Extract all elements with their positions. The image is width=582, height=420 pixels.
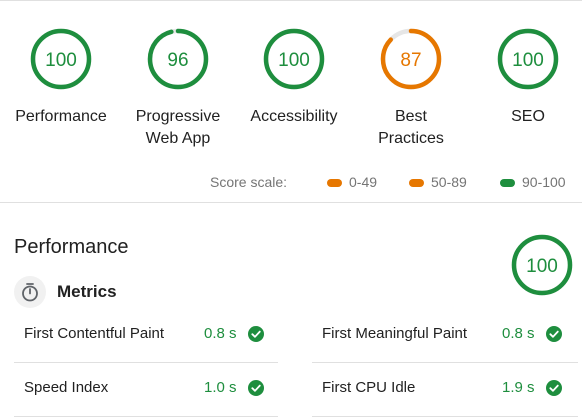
metric-name: First Contentful Paint (24, 325, 165, 342)
gauge-label: Progressive Web App (135, 108, 221, 147)
scale-fail-swatch (327, 179, 342, 187)
gauge-label: SEO (511, 108, 545, 125)
gauge-label: Accessibility (250, 108, 338, 125)
gauge-label: Best Practices (378, 108, 444, 147)
metric-name: First Meaningful Paint (322, 325, 468, 342)
score-scale-label: Score scale: (210, 174, 288, 190)
section-divider (0, 202, 582, 203)
gauge-best-practices[interactable]: 87 Best Practices (350, 26, 472, 150)
stopwatch-icon (14, 276, 46, 308)
scale-average-label: 50-89 (431, 174, 467, 190)
metric-speed-index: Speed Index 1.0 s (14, 362, 278, 416)
row-divider (312, 416, 578, 417)
check-circle-icon (248, 326, 264, 342)
gauge-ring: 96 (147, 28, 209, 90)
scale-average-swatch (409, 179, 424, 187)
metric-first-meaningful-paint: First Meaningful Paint 0.8 s (312, 308, 576, 362)
scale-pass-swatch (500, 179, 515, 187)
top-border (0, 0, 582, 1)
metric-first-contentful-paint: First Contentful Paint 0.8 s (14, 308, 278, 362)
performance-gauge[interactable]: 100 (510, 233, 574, 297)
scale-pass-label: 90-100 (522, 174, 566, 190)
performance-score: 100 (526, 256, 558, 277)
score-scale: Score scale: 0-49 50-89 90-100 (0, 174, 582, 194)
metric-value: 1.0 s (204, 379, 237, 396)
gauge-accessibility[interactable]: 100 Accessibility (233, 26, 355, 128)
gauge-score: 87 (400, 50, 421, 71)
gauge-score: 100 (278, 50, 310, 71)
gauge-ring: 87 (380, 28, 442, 90)
gauge-performance[interactable]: 100 Performance (0, 26, 122, 128)
check-circle-icon (248, 380, 264, 396)
metric-value: 0.8 s (204, 325, 237, 342)
section-title: Performance (14, 236, 129, 258)
gauge-score: 100 (512, 50, 544, 71)
check-circle-icon (546, 326, 562, 342)
row-divider (14, 416, 278, 417)
gauge-score: 96 (167, 50, 188, 71)
metric-value: 0.8 s (502, 325, 535, 342)
metric-first-cpu-idle: First CPU Idle 1.9 s (312, 362, 576, 416)
gauge-ring: 100 (497, 28, 559, 90)
gauge-ring: 100 (30, 28, 92, 90)
gauge-score: 100 (45, 50, 77, 71)
check-circle-icon (546, 380, 562, 396)
gauge-ring: 100 (263, 28, 325, 90)
metric-name: First CPU Idle (322, 379, 416, 396)
metrics-heading: Metrics (57, 282, 117, 301)
lighthouse-report: 100 Performance 96 Progressive Web App 1… (0, 0, 582, 420)
gauge-label: Performance (15, 108, 107, 125)
metric-name: Speed Index (24, 379, 109, 396)
gauge-pwa[interactable]: 96 Progressive Web App (117, 26, 239, 150)
gauge-seo[interactable]: 100 SEO (467, 26, 582, 128)
scale-fail-label: 0-49 (349, 174, 378, 190)
metric-value: 1.9 s (502, 379, 535, 396)
